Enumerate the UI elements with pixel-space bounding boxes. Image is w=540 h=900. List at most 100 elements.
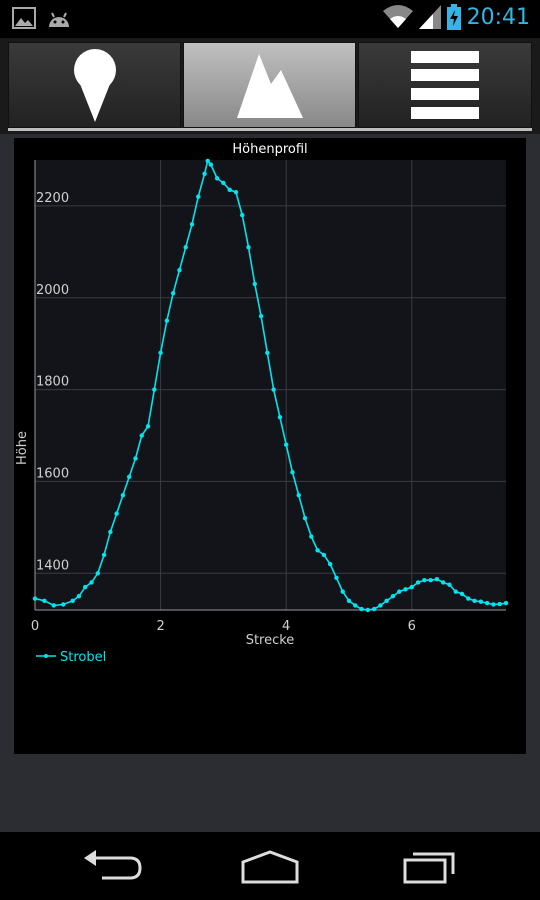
home-icon[interactable]: [235, 846, 305, 886]
data-point: [89, 580, 94, 585]
y-tick-label: 2000: [36, 283, 69, 298]
battery-charging-icon: [446, 4, 461, 30]
data-point: [83, 584, 88, 590]
x-tick-label: 4: [282, 619, 290, 634]
data-point: [371, 606, 377, 612]
x-tick-label: 2: [156, 619, 164, 634]
mountain-icon: [236, 54, 303, 118]
data-point: [359, 606, 364, 612]
back-icon[interactable]: [78, 846, 148, 886]
legend-marker: [44, 654, 48, 658]
data-point: [434, 577, 440, 582]
data-point: [246, 245, 251, 250]
data-point: [346, 598, 352, 604]
data-point: [409, 584, 414, 590]
data-point: [32, 596, 38, 601]
data-point: [114, 511, 119, 516]
data-point: [484, 600, 490, 606]
data-point: [447, 582, 452, 587]
data-point: [334, 575, 339, 581]
data-point: [252, 281, 257, 287]
plot-area: [35, 160, 506, 610]
y-tick-label: 1600: [36, 466, 69, 481]
chart-xlabel: Strecke: [246, 633, 295, 648]
data-point: [321, 552, 327, 558]
data-point: [403, 587, 408, 592]
data-point: [108, 529, 113, 535]
data-point: [233, 189, 239, 195]
data-point: [177, 268, 182, 273]
data-point: [189, 222, 195, 227]
chart-legend: Strobel: [36, 650, 106, 665]
data-point: [221, 180, 226, 186]
y-tick-label: 1800: [36, 375, 69, 390]
data-point: [327, 561, 333, 567]
data-point: [95, 571, 101, 576]
map-pin-icon: [73, 49, 116, 122]
data-point: [466, 596, 471, 601]
data-point: [384, 598, 389, 604]
data-point: [290, 470, 295, 475]
data-point: [503, 600, 509, 606]
data-point: [170, 290, 176, 296]
data-point: [353, 603, 358, 608]
data-point: [61, 602, 66, 607]
data-point: [265, 350, 270, 356]
tab-list[interactable]: [358, 42, 532, 128]
data-point: [205, 158, 210, 164]
recent-apps-icon[interactable]: [395, 846, 465, 886]
data-point: [397, 589, 402, 594]
data-point: [302, 515, 308, 521]
data-point: [478, 599, 484, 604]
data-point: [42, 598, 47, 604]
data-point: [365, 607, 371, 613]
chart-title: Höhenprofil: [232, 142, 307, 157]
elevation-chart[interactable]: Höhenprofil Strecke Höhe 0 2 4 6 1400 1600 180…: [14, 138, 526, 754]
nav-bar: [0, 832, 540, 900]
data-point: [202, 171, 207, 176]
data-point: [227, 187, 232, 193]
data-point: [208, 162, 214, 167]
data-point: [340, 589, 345, 594]
chart-ylabel: Höhe: [15, 431, 30, 465]
data-point: [390, 594, 396, 599]
data-point: [258, 313, 264, 319]
chart-panel[interactable]: Höhenprofil Strecke Höhe 0 2 4 6 1400 1600 180…: [14, 138, 526, 754]
data-point: [491, 602, 496, 607]
x-tick-label: 6: [408, 619, 416, 634]
data-point: [127, 474, 132, 480]
tab-underline: [8, 128, 532, 131]
data-point: [271, 387, 276, 392]
data-point: [459, 591, 465, 597]
data-point: [453, 589, 458, 594]
data-point: [296, 493, 301, 498]
tab-bar: [0, 38, 540, 134]
legend-label: Strobel: [60, 650, 106, 665]
data-point: [70, 598, 75, 604]
data-point: [378, 603, 383, 608]
data-point: [428, 577, 433, 583]
android-icon: [49, 12, 69, 27]
data-point: [51, 603, 57, 608]
data-point: [139, 433, 144, 438]
data-point: [196, 194, 201, 199]
status-clock: 20:41: [466, 4, 530, 30]
data-point: [76, 594, 82, 599]
status-bar: 20:41: [0, 0, 540, 38]
data-point: [472, 598, 477, 604]
content-area: Höhenprofil Strecke Höhe 0 2 4 6 1400 1600 180…: [0, 134, 540, 888]
data-point: [120, 493, 126, 498]
y-tick-label: 1400: [36, 558, 69, 573]
image-icon: [12, 7, 36, 29]
data-point: [277, 414, 283, 420]
data-point: [315, 548, 320, 553]
y-tick-label: 2200: [36, 191, 69, 206]
status-bar-left: [12, 7, 72, 29]
data-point: [164, 318, 170, 323]
data-point: [145, 424, 151, 429]
wifi-icon: [382, 5, 413, 28]
data-point: [415, 580, 421, 585]
tab-map[interactable]: [8, 42, 181, 128]
data-point: [101, 552, 107, 558]
tab-profile[interactable]: [183, 42, 356, 128]
